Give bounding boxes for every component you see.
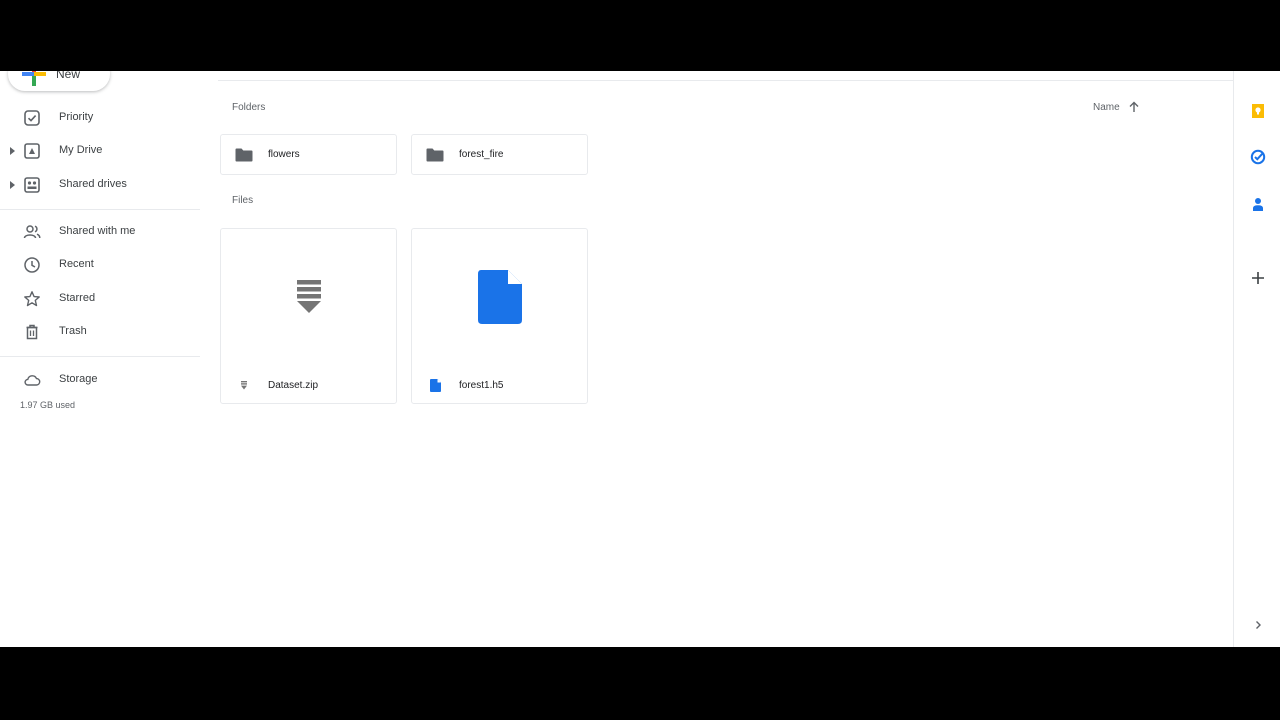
expand-caret-icon[interactable] bbox=[10, 181, 15, 189]
file-name: Dataset.zip bbox=[268, 379, 319, 391]
folder-name: forest_fire bbox=[459, 149, 504, 160]
storage-used-text: 1.97 GB used bbox=[20, 400, 76, 410]
sort-by-name-button[interactable]: Name bbox=[1093, 101, 1140, 113]
sidebar-item-shared-drives[interactable]: Shared drives bbox=[0, 171, 200, 199]
toolbar-divider bbox=[218, 80, 1233, 81]
sidebar-item-label: Shared with me bbox=[59, 225, 136, 237]
sidebar-divider bbox=[0, 209, 200, 210]
file-icon bbox=[428, 378, 442, 392]
folder-name: flowers bbox=[268, 149, 300, 160]
expand-caret-icon[interactable] bbox=[10, 147, 15, 155]
drive-window: New Priority My Drive Shared drives Shar… bbox=[0, 71, 1280, 647]
sidebar-item-priority[interactable]: Priority bbox=[0, 104, 200, 132]
sidebar-item-trash[interactable]: Trash bbox=[0, 318, 200, 346]
file-thumbnail bbox=[412, 229, 587, 365]
sidebar-item-label: My Drive bbox=[59, 144, 103, 156]
sidebar-item-label: Recent bbox=[59, 258, 94, 270]
folder-card-forest-fire[interactable]: forest_fire bbox=[411, 134, 588, 175]
main-content: Folders Name flowers forest_fire Files D… bbox=[205, 71, 1233, 647]
plus-icon bbox=[22, 71, 46, 86]
sidebar-item-label: Storage bbox=[59, 373, 98, 385]
file-thumbnail bbox=[221, 229, 396, 365]
new-button-label: New bbox=[56, 71, 81, 81]
sidebar-item-label: Trash bbox=[59, 325, 87, 337]
sidebar-item-my-drive[interactable]: My Drive bbox=[0, 137, 200, 165]
sidebar-item-label: Shared drives bbox=[59, 178, 127, 190]
files-heading: Files bbox=[232, 195, 254, 206]
shared-with-me-icon bbox=[23, 225, 41, 239]
keep-icon[interactable] bbox=[1250, 103, 1266, 119]
file-name: forest1.h5 bbox=[459, 379, 504, 391]
folder-icon bbox=[235, 148, 253, 161]
contacts-icon[interactable] bbox=[1250, 196, 1266, 212]
my-drive-icon bbox=[24, 143, 40, 159]
tasks-icon[interactable] bbox=[1250, 149, 1266, 165]
sidebar-item-label: Starred bbox=[59, 292, 96, 304]
shared-drives-icon bbox=[24, 177, 40, 193]
sidebar-item-label: Priority bbox=[59, 111, 94, 123]
new-button[interactable]: New bbox=[8, 71, 110, 91]
file-card-forest1-h5[interactable]: forest1.h5 bbox=[411, 228, 588, 404]
file-info-bar: forest1.h5 bbox=[412, 373, 587, 397]
sidebar-divider bbox=[0, 356, 200, 357]
sidebar-item-shared-with-me[interactable]: Shared with me bbox=[0, 218, 200, 246]
folders-heading: Folders bbox=[232, 102, 266, 113]
cloud-icon bbox=[24, 375, 41, 386]
arrow-up-icon bbox=[1129, 101, 1139, 112]
side-panel bbox=[1233, 71, 1280, 647]
file-icon bbox=[477, 270, 522, 324]
zip-icon bbox=[296, 280, 321, 313]
trash-icon bbox=[26, 324, 38, 340]
file-info-bar: Dataset.zip bbox=[221, 373, 396, 397]
folder-card-flowers[interactable]: flowers bbox=[220, 134, 397, 175]
sort-label: Name bbox=[1093, 101, 1120, 113]
sidebar: New Priority My Drive Shared drives Shar… bbox=[0, 71, 205, 647]
folder-icon bbox=[426, 148, 444, 161]
clock-icon bbox=[24, 257, 40, 273]
file-card-dataset-zip[interactable]: Dataset.zip bbox=[220, 228, 397, 404]
add-icon[interactable] bbox=[1250, 270, 1266, 286]
star-icon bbox=[24, 291, 40, 307]
sidebar-item-starred[interactable]: Starred bbox=[0, 285, 200, 313]
sidebar-item-recent[interactable]: Recent bbox=[0, 251, 200, 279]
sidebar-item-storage[interactable]: Storage bbox=[0, 366, 200, 394]
zip-icon bbox=[237, 378, 251, 392]
priority-icon bbox=[24, 110, 40, 126]
chevron-right-icon[interactable] bbox=[1250, 617, 1266, 633]
